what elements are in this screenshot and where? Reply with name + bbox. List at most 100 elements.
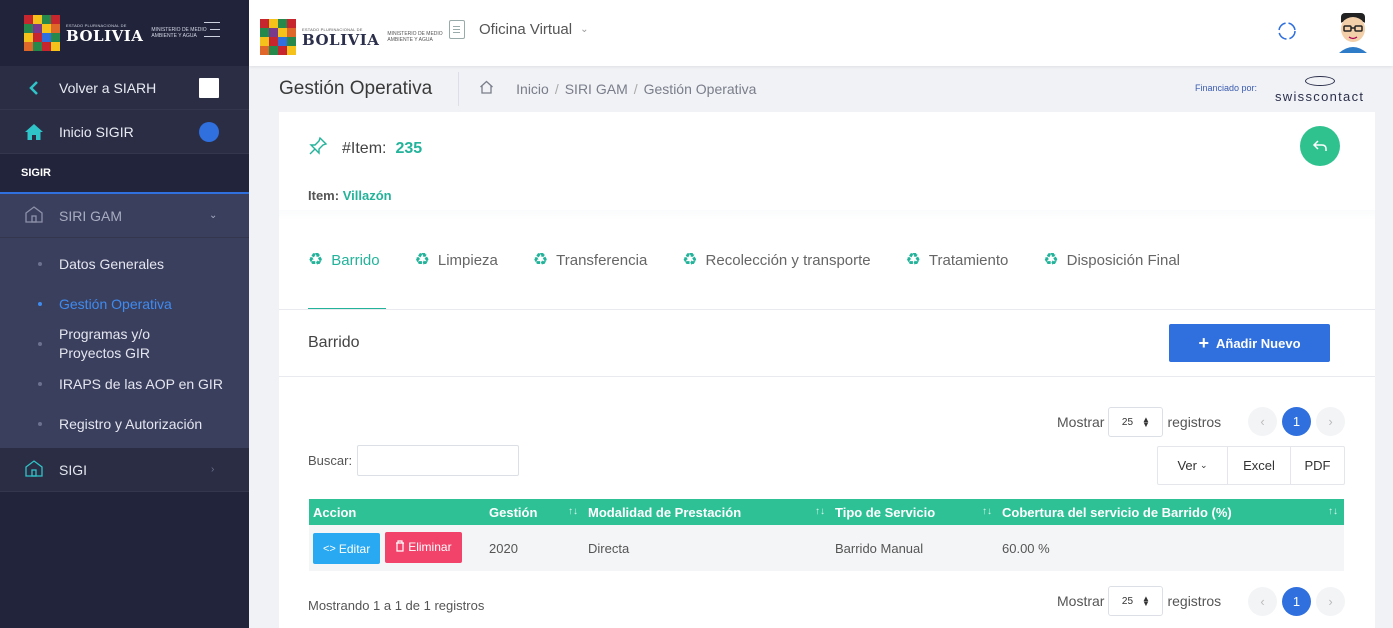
page-size-select[interactable]: 25 ▲ ▼ <box>1108 407 1164 437</box>
records-label: registros <box>1167 414 1222 430</box>
header-logo[interactable]: ESTADO PLURINACIONAL DE BOLIVIA MINISTER… <box>260 19 457 55</box>
delete-label: Eliminar <box>408 540 452 555</box>
edit-button[interactable]: <> Editar <box>313 533 381 565</box>
sidebar-group-siri-gam[interactable]: SIRI GAM ⌄ <box>0 194 249 238</box>
item-id-value: 235 <box>395 139 423 157</box>
export-button-group: Ver ⌄ Excel PDF <box>1157 446 1345 485</box>
page-size-value: 25 <box>1121 595 1134 607</box>
document-icon <box>449 20 465 39</box>
page-length-control: Mostrar 25 ▲ ▼ registros <box>1057 407 1221 437</box>
sidebar-item-inicio-sigir[interactable]: Inicio SIGIR <box>0 110 249 154</box>
column-header-tipo[interactable]: Tipo de Servicio ↑↓ <box>831 499 998 525</box>
chevron-left-icon <box>24 78 44 98</box>
back-button[interactable] <box>1300 126 1340 166</box>
app-menu-dropdown[interactable]: Oficina Virtual ⌄ <box>449 20 589 39</box>
item-name-value: Villazón <box>342 188 392 203</box>
tab-label: Tratamiento <box>928 251 1009 269</box>
pdf-button[interactable]: PDF <box>1291 447 1344 484</box>
edit-label: Editar <box>338 541 371 556</box>
tab-recoleccion[interactable]: ♻ Recolección y transporte <box>682 240 870 280</box>
tab-disposicion-final[interactable]: ♻ Disposición Final <box>1043 240 1180 280</box>
sidebar-item-programas[interactable]: Programas y/o Proyectos GIR <box>0 324 170 364</box>
sidebar-item-volver-siarh[interactable]: Volver a SIARH <box>0 66 249 110</box>
sidebar-badge-square <box>199 78 219 98</box>
divider-band <box>279 210 1375 220</box>
breadcrumb-item-inicio[interactable]: Inicio <box>516 81 549 97</box>
sidebar-badge-dot <box>199 122 219 142</box>
building-icon <box>24 205 44 226</box>
tab-transferencia[interactable]: ♻ Transferencia <box>533 240 647 280</box>
tab-tratamiento[interactable]: ♻ Tratamiento <box>906 240 1009 280</box>
sidebar-group-label: SIGI <box>59 461 88 478</box>
excel-button[interactable]: Excel <box>1228 447 1291 484</box>
breadcrumb: Inicio / SIRI GAM / Gestión Operativa <box>479 80 756 98</box>
ver-label: Ver <box>1177 458 1197 473</box>
tab-bar: ♻ Barrido ♻ Limpieza ♻ Transferencia ♻ Recol… <box>308 240 1215 280</box>
page-size-value: 25 <box>1121 416 1134 428</box>
sidebar-logo[interactable]: ESTADO PLURINACIONAL DE BOLIVIA MINISTER… <box>0 0 249 66</box>
cell-modalidad: Directa <box>584 525 831 571</box>
ver-dropdown-button[interactable]: Ver ⌄ <box>1158 447 1228 484</box>
home-icon <box>24 122 44 142</box>
item-name-label: Item: <box>308 188 340 203</box>
sidebar-section-title: SIGIR <box>0 154 249 194</box>
recycle-icon: ♻ <box>905 250 921 269</box>
page-size-select[interactable]: 25 ▲ ▼ <box>1108 586 1164 616</box>
column-header-label: Tipo de Servicio <box>835 504 936 520</box>
column-header-cobertura[interactable]: Cobertura del servicio de Barrido (%) ↑↓ <box>998 499 1344 525</box>
column-header-modalidad[interactable]: Modalidad de Prestación ↑↓ <box>584 499 831 525</box>
prev-page-button[interactable]: ‹ <box>1248 407 1277 436</box>
chevron-down-icon: ⌄ <box>209 210 218 221</box>
cell-gestion: 2020 <box>485 525 584 571</box>
recycle-icon: ♻ <box>532 250 549 269</box>
next-page-button[interactable]: › <box>1316 587 1345 616</box>
search-control: Buscar: <box>308 445 520 476</box>
recycle-icon: ♻ <box>682 250 698 269</box>
page-title: Gestión Operativa <box>279 78 433 99</box>
page-titlebar: Gestión Operativa Inicio / SIRI GAM / Ge… <box>279 66 1375 112</box>
search-input[interactable] <box>357 445 520 476</box>
cell-cobertura: 60.00 % <box>998 525 1344 571</box>
page-button[interactable]: 1 <box>1282 587 1311 616</box>
menu-toggle-icon[interactable] <box>204 22 220 43</box>
page-length-control-bottom: Mostrar 25 ▲ ▼ registros <box>1057 586 1221 616</box>
delete-button[interactable]: Eliminar <box>385 531 462 563</box>
logo-bolivia-text: BOLIVIA <box>302 30 380 49</box>
item-id-label: #Item: <box>342 139 387 157</box>
tab-label: Transferencia <box>556 251 648 269</box>
prev-page-button[interactable]: ‹ <box>1248 587 1277 616</box>
pin-icon <box>308 136 328 161</box>
sidebar-item-gestion-operativa[interactable]: Gestión Operativa <box>0 284 249 324</box>
tab-barrido[interactable]: ♻ Barrido <box>308 240 380 280</box>
main-card: #Item: 235 Item: Villazón ♻ Barrido ♻ Limp… <box>279 112 1375 628</box>
breadcrumb-item-siri-gam[interactable]: SIRI GAM <box>565 81 628 97</box>
recycle-icon[interactable] <box>1276 20 1298 42</box>
top-header: ESTADO PLURINACIONAL DE BOLIVIA MINISTER… <box>249 0 1393 66</box>
column-header-gestion[interactable]: Gestión ↑↓ <box>485 499 584 525</box>
home-outline-icon[interactable] <box>479 80 494 98</box>
tab-label: Limpieza <box>437 251 498 269</box>
next-page-button[interactable]: › <box>1316 407 1345 436</box>
recycle-icon: ♻ <box>308 250 324 269</box>
search-label: Buscar: <box>308 453 353 468</box>
column-header-label: Cobertura del servicio de Barrido (%) <box>1002 504 1232 520</box>
sidebar-item-registro[interactable]: Registro y Autorización <box>0 404 249 444</box>
breadcrumb-item-current: Gestión Operativa <box>643 81 757 97</box>
sidebar-submenu: Datos Generales Gestión Operativa Progra… <box>0 238 249 448</box>
page-button[interactable]: 1 <box>1282 407 1311 436</box>
sidebar-item-iraps[interactable]: IRAPS de las AOP en GIR <box>0 364 249 404</box>
logo-bolivia-text: BOLIVIA <box>66 26 144 45</box>
user-avatar[interactable] <box>1333 9 1373 53</box>
sort-updown-icon: ▲ ▼ <box>1142 594 1150 608</box>
cell-tipo: Barrido Manual <box>831 525 998 571</box>
tab-label: Barrido <box>331 251 380 269</box>
sidebar-item-datos-generales[interactable]: Datos Generales <box>0 244 249 284</box>
sponsor-text-a: swiss <box>1275 89 1314 104</box>
add-new-button[interactable]: + Añadir Nuevo <box>1169 324 1330 362</box>
divider <box>279 309 1375 310</box>
breadcrumb-separator: / <box>633 81 638 97</box>
tab-limpieza[interactable]: ♻ Limpieza <box>415 240 498 280</box>
chevron-down-icon: ⌄ <box>580 24 589 35</box>
sidebar-group-sigi[interactable]: SIGI › <box>0 448 249 492</box>
sidebar-item-label: Inicio SIGIR <box>59 123 134 140</box>
